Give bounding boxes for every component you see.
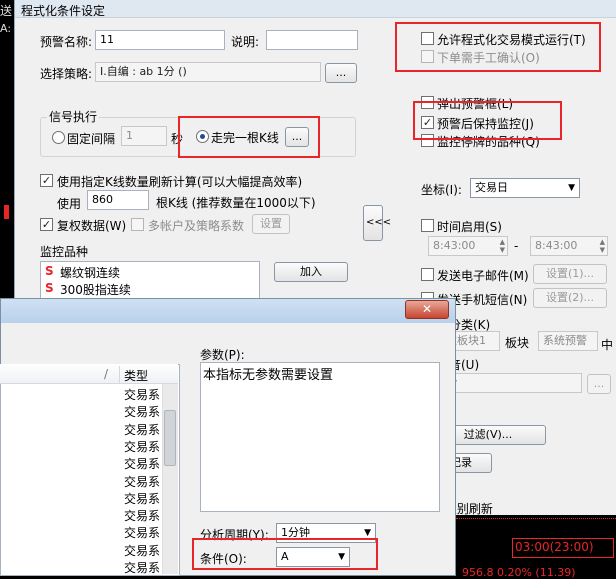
add-button[interactable]: 加入: [274, 262, 348, 282]
list-row-type[interactable]: 交易系: [124, 473, 160, 490]
list-row-type[interactable]: 交易系: [124, 403, 160, 420]
params-box[interactable]: [200, 362, 440, 512]
list-col-sort[interactable]: /: [104, 367, 108, 381]
multi-account-settings-button[interactable]: 设置: [252, 214, 290, 234]
description-label: 说明:: [231, 35, 260, 49]
multi-account-checkbox[interactable]: [131, 218, 144, 231]
highlight-keep-monitor: [413, 101, 562, 140]
bottom-ticker: 956.8 0.20% (11.39): [462, 566, 576, 579]
list-row-type[interactable]: 交易系: [124, 455, 160, 472]
sound-browse-button[interactable]: ...: [587, 374, 611, 394]
close-icon: ✕: [421, 302, 433, 316]
list-row-type[interactable]: 交易系: [124, 438, 160, 455]
time-end-value: 8:43:00: [535, 239, 578, 252]
time-enable-label: 时间启用(S): [437, 220, 502, 234]
fixed-interval-label: 固定间隔: [67, 132, 116, 146]
email-label: 发送电子邮件(M): [437, 269, 529, 283]
params-text: 本指标无参数需要设置: [203, 368, 334, 383]
chevron-down-icon: ▼: [568, 183, 575, 193]
strategy-field: I.自编 : ab 1分 (): [95, 62, 321, 82]
list-row-type[interactable]: 交易系: [124, 507, 160, 524]
kline-count-input[interactable]: 860: [87, 190, 149, 210]
use-kline-count-checkbox[interactable]: ✓: [40, 174, 53, 187]
sub-dialog-titlebar[interactable]: [1, 299, 455, 323]
highlight-after-kline: [178, 116, 320, 158]
kline-count-unit: 根K线 (推荐数量在1000以下): [156, 196, 316, 210]
strategy-label: 选择策略:: [40, 67, 93, 81]
sms-settings-button[interactable]: 设置(2)...: [533, 288, 607, 308]
scrollbar-thumb[interactable]: [164, 410, 176, 466]
watch-item[interactable]: 300股指连续: [60, 281, 131, 298]
coord-select[interactable]: 交易日 ▼: [470, 178, 580, 198]
list-row-type[interactable]: 交易系: [124, 490, 160, 507]
main-dialog-title: 程式化条件设定: [21, 4, 106, 18]
description-input[interactable]: [266, 30, 358, 50]
bottom-timer: 03:00(23:00): [515, 540, 594, 554]
adjusted-label: 复权数据(W): [57, 219, 127, 233]
alert-name-input[interactable]: 11: [95, 30, 225, 50]
adjusted-checkbox[interactable]: ✓: [40, 218, 53, 231]
multi-account-label: 多帐户及策略系数: [148, 219, 245, 233]
list-header: [0, 364, 178, 384]
spin-icon[interactable]: ▲ ▼: [600, 238, 605, 254]
watch-label: 监控品种: [40, 245, 89, 259]
params-label: 参数(P):: [200, 348, 245, 362]
bg-red-bar: [4, 205, 9, 219]
coord-select-value: 交易日: [475, 181, 508, 194]
bg-left-char-2: A:: [0, 22, 12, 35]
list-row-type[interactable]: 交易系: [124, 421, 160, 438]
watch-item-prefix: S: [45, 281, 54, 295]
fixed-interval-input[interactable]: 1: [121, 126, 167, 146]
list-col-divider: [119, 366, 120, 384]
collapse-button[interactable]: <<<: [363, 205, 391, 241]
middle-char: 中: [601, 338, 614, 352]
list-row-type[interactable]: 交易系: [124, 559, 160, 576]
use-kline-count-label: 使用指定K线数量刷新计算(可以大幅提高效率): [57, 175, 303, 189]
signal-group-label: 信号执行: [47, 108, 100, 125]
time-end-input[interactable]: 8:43:00 ▲ ▼: [530, 236, 608, 256]
email-checkbox[interactable]: [421, 268, 434, 281]
coord-label: 坐标(I):: [421, 183, 462, 197]
time-dash: -: [514, 239, 519, 253]
use-label: 使用: [57, 197, 82, 211]
fixed-interval-radio[interactable]: [52, 131, 65, 144]
time-enable-checkbox[interactable]: [421, 219, 434, 232]
email-settings-button[interactable]: 设置(1)...: [533, 264, 607, 284]
watch-item[interactable]: 螺纹钢连续: [60, 264, 120, 281]
bg-left-char: 送: [0, 4, 13, 18]
list-row-type[interactable]: 交易系: [124, 386, 160, 403]
close-button[interactable]: ✕: [405, 300, 449, 319]
list-col-type[interactable]: 类型: [124, 367, 148, 384]
watch-item-prefix: S: [45, 264, 54, 278]
main-dialog-titlebar[interactable]: [15, 0, 616, 18]
list-row-type[interactable]: 交易系: [124, 542, 160, 559]
alert-name-label: 预警名称:: [40, 35, 93, 49]
system-alert-field[interactable]: 系统预警: [538, 331, 598, 351]
strategy-browse-button[interactable]: ...: [325, 63, 357, 83]
highlight-auto-trade: [395, 22, 601, 72]
list-row-type[interactable]: 交易系: [124, 524, 160, 541]
dotted-line: [456, 518, 616, 519]
time-start-value: 8:43:00: [433, 239, 476, 252]
time-start-input[interactable]: 8:43:00 ▲ ▼: [428, 236, 508, 256]
block-label: 板块: [505, 336, 530, 350]
spin-icon[interactable]: ▲ ▼: [500, 238, 505, 254]
highlight-condition: [192, 538, 378, 570]
